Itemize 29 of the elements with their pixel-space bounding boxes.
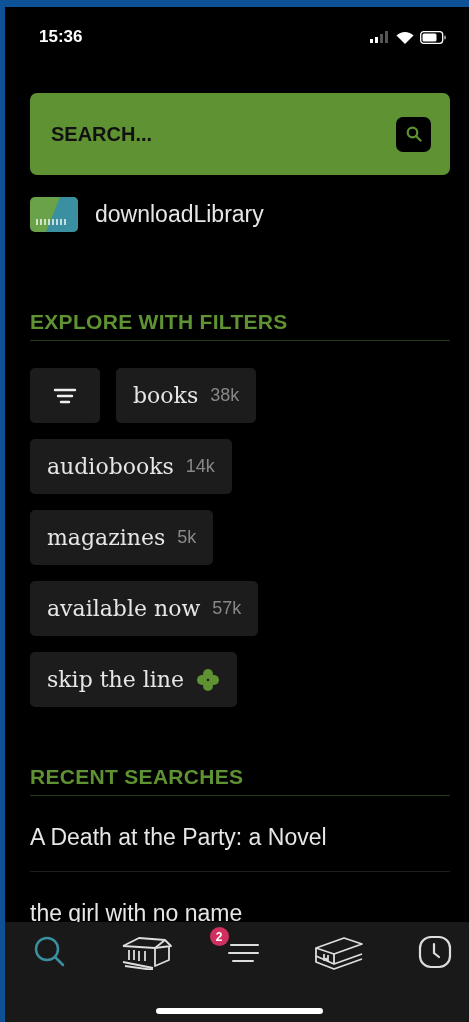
library-building-icon[interactable] (121, 934, 174, 970)
battery-icon (420, 30, 447, 44)
wifi-icon (396, 30, 414, 44)
filter-button[interactable] (30, 368, 100, 423)
search-button[interactable] (396, 116, 431, 152)
filter-chip[interactable]: skip the line (30, 652, 238, 707)
search-icon (405, 126, 422, 142)
filter-chip[interactable]: audiobooks 14k (30, 439, 232, 494)
count-label: 5k (177, 527, 197, 548)
filter-icon (53, 386, 77, 405)
status-time: 15:36 (39, 27, 83, 47)
library-logo-icon (30, 197, 78, 232)
signal-icon (370, 31, 390, 43)
filter-chip[interactable]: books 38k (116, 368, 257, 423)
library-name: downloadLibrary (95, 201, 264, 228)
filter-chip[interactable]: magazines 5k (30, 510, 214, 565)
count-label: 38k (210, 385, 240, 406)
books-stack-icon[interactable] (313, 934, 364, 970)
count-label: 14k (185, 456, 215, 477)
section-heading: RECENT SEARCHES (30, 765, 450, 796)
notification-badge: 2 (209, 927, 229, 946)
search-icon[interactable] (33, 935, 67, 969)
search-field[interactable]: SEARCH... (49, 121, 353, 147)
recent-search-item[interactable]: A Death at the Party: a Novel (30, 796, 450, 872)
section-heading: EXPLORE WITH FILTERS (30, 310, 450, 341)
clock-icon[interactable] (418, 935, 452, 969)
filter-chip[interactable]: available now 57k (30, 581, 259, 636)
count-label: 57k (212, 598, 242, 619)
clover-icon (196, 667, 221, 692)
